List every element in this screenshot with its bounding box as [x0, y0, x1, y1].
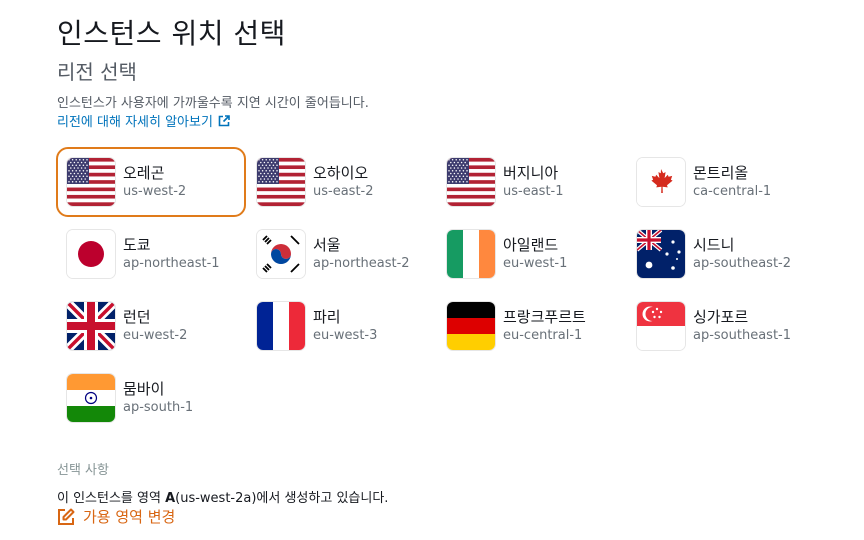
region-name: 프랑크푸르트 — [503, 308, 586, 326]
region-code: eu-west-1 — [503, 256, 568, 271]
region-name: 도쿄 — [123, 236, 151, 254]
region-ap-southeast-1[interactable]: 싱가포르 ap-southeast-1 — [626, 291, 816, 361]
region-eu-west-1[interactable]: 아일랜드 eu-west-1 — [436, 219, 626, 289]
region-code: us-east-2 — [313, 184, 374, 199]
zone-info-text: 이 인스턴스를 영역 A(us-west-2a)에서 생성하고 있습니다. — [57, 487, 388, 506]
region-us-east-1[interactable]: 버지니아 us-east-1 — [436, 147, 626, 217]
region-name: 싱가포르 — [693, 308, 749, 326]
region-code: us-east-1 — [503, 184, 564, 199]
uk-flag-icon — [67, 302, 115, 350]
region-ap-southeast-2[interactable]: 시드니 ap-southeast-2 — [626, 219, 816, 289]
region-code: eu-central-1 — [503, 328, 583, 343]
description-text: 인스턴스가 사용자에 가까울수록 지연 시간이 줄어듭니다. — [57, 96, 369, 111]
region-code: ap-northeast-1 — [123, 256, 220, 271]
zone-prefix: 이 인스턴스를 영역 — [57, 491, 166, 506]
region-code: ap-southeast-1 — [693, 328, 792, 343]
region-ca-central-1[interactable]: 몬트리올 ca-central-1 — [626, 147, 816, 217]
change-zone-button[interactable]: 가용 영역 변경 — [57, 506, 175, 527]
region-code: us-west-2 — [123, 184, 187, 199]
region-eu-west-3[interactable]: 파리 eu-west-3 — [246, 291, 436, 361]
change-zone-label: 가용 영역 변경 — [83, 508, 176, 526]
singapore-flag-icon — [637, 302, 685, 350]
learn-more-label: 리전에 대해 자세히 알아보기 — [57, 115, 213, 130]
region-ap-northeast-1[interactable]: 도쿄 ap-northeast-1 — [56, 219, 246, 289]
france-flag-icon — [257, 302, 305, 350]
region-eu-west-2[interactable]: 런던 eu-west-2 — [56, 291, 246, 361]
us-flag-icon — [67, 158, 115, 206]
region-name: 서울 — [313, 236, 341, 254]
section-subtitle: 리전 선택 — [57, 60, 137, 84]
ireland-flag-icon — [447, 230, 495, 278]
region-code: eu-west-3 — [313, 328, 378, 343]
korea-flag-icon — [257, 230, 305, 278]
region-name: 오하이오 — [313, 164, 369, 182]
region-name: 오레곤 — [123, 164, 165, 182]
learn-more-link[interactable]: 리전에 대해 자세히 알아보기 — [57, 111, 230, 130]
page-title: 인스턴스 위치 선택 — [57, 17, 286, 50]
region-name: 시드니 — [693, 236, 735, 254]
zone-letter: A — [165, 491, 176, 506]
region-code: ca-central-1 — [693, 184, 772, 199]
region-code: ap-southeast-2 — [693, 256, 792, 271]
external-link-icon — [218, 114, 230, 126]
edit-icon — [58, 508, 75, 525]
japan-flag-icon — [67, 230, 115, 278]
region-ap-south-1[interactable]: 뭄바이 ap-south-1 — [56, 363, 246, 433]
region-name: 아일랜드 — [503, 236, 559, 254]
region-name: 몬트리올 — [693, 164, 749, 182]
region-name: 런던 — [123, 308, 151, 326]
region-us-east-2[interactable]: 오하이오 us-east-2 — [246, 147, 436, 217]
region-name: 파리 — [313, 308, 341, 326]
us-flag-icon — [447, 158, 495, 206]
optional-label: 선택 사항 — [57, 463, 109, 478]
zone-suffix: (us-west-2a)에서 생성하고 있습니다. — [175, 491, 389, 506]
australia-flag-icon — [637, 230, 685, 278]
canada-flag-icon — [637, 158, 685, 206]
region-us-west-2[interactable]: 오레곤 us-west-2 — [56, 147, 246, 217]
region-name: 버지니아 — [503, 164, 559, 182]
region-name: 뭄바이 — [123, 380, 165, 398]
region-ap-northeast-2[interactable]: 서울 ap-northeast-2 — [246, 219, 436, 289]
india-flag-icon — [67, 374, 115, 422]
germany-flag-icon — [447, 302, 495, 350]
region-code: eu-west-2 — [123, 328, 188, 343]
us-flag-icon — [257, 158, 305, 206]
region-code: ap-south-1 — [123, 400, 194, 415]
region-code: ap-northeast-2 — [313, 256, 410, 271]
region-eu-central-1[interactable]: 프랑크푸르트 eu-central-1 — [436, 291, 626, 361]
